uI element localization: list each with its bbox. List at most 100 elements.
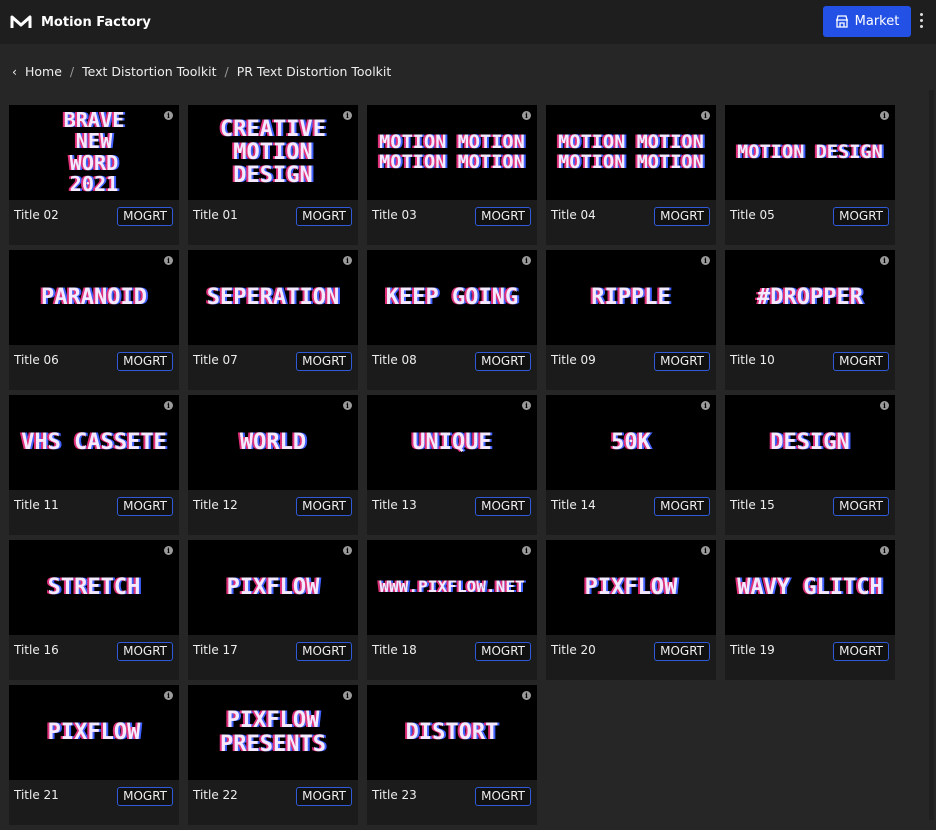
scrollbar[interactable]: [929, 90, 934, 820]
more-vertical-icon[interactable]: [918, 13, 924, 28]
template-card[interactable]: #DROPPER i Title 10 MOGRT: [725, 250, 895, 390]
breadcrumb-current: PR Text Distortion Toolkit: [236, 64, 392, 79]
mogrt-button[interactable]: MOGRT: [654, 352, 710, 371]
template-card[interactable]: PIXFLOW i Title 21 MOGRT: [9, 685, 179, 825]
info-icon[interactable]: i: [343, 546, 352, 555]
template-card[interactable]: PIXFLOW i Title 20 MOGRT: [546, 540, 716, 680]
thumbnail[interactable]: MOTION MOTION MOTION MOTION i: [546, 105, 716, 200]
mogrt-button[interactable]: MOGRT: [475, 352, 531, 371]
mogrt-button[interactable]: MOGRT: [296, 207, 352, 226]
mogrt-button[interactable]: MOGRT: [117, 352, 173, 371]
info-icon[interactable]: i: [880, 546, 889, 555]
info-icon[interactable]: i: [880, 256, 889, 265]
info-icon[interactable]: i: [701, 256, 710, 265]
info-icon[interactable]: i: [522, 111, 531, 120]
info-icon[interactable]: i: [343, 401, 352, 410]
mogrt-button[interactable]: MOGRT: [833, 352, 889, 371]
thumbnail[interactable]: PIXFLOW PRESENTS i: [188, 685, 358, 780]
back-chevron-icon[interactable]: ‹: [12, 64, 17, 79]
thumbnail[interactable]: PARANOID i: [9, 250, 179, 345]
info-icon[interactable]: i: [343, 691, 352, 700]
thumbnail[interactable]: PIXFLOW i: [546, 540, 716, 635]
thumbnail[interactable]: PIXFLOW i: [188, 540, 358, 635]
info-icon[interactable]: i: [522, 256, 531, 265]
mogrt-button[interactable]: MOGRT: [296, 352, 352, 371]
info-icon[interactable]: i: [522, 401, 531, 410]
template-card[interactable]: PIXFLOW i Title 17 MOGRT: [188, 540, 358, 680]
template-card[interactable]: WWW.PIXFLOW.NET i Title 18 MOGRT: [367, 540, 537, 680]
thumbnail[interactable]: MOTION DESIGN i: [725, 105, 895, 200]
mogrt-button[interactable]: MOGRT: [117, 787, 173, 806]
thumbnail[interactable]: #DROPPER i: [725, 250, 895, 345]
mogrt-button[interactable]: MOGRT: [296, 642, 352, 661]
mogrt-button[interactable]: MOGRT: [117, 642, 173, 661]
mogrt-button[interactable]: MOGRT: [475, 497, 531, 516]
info-icon[interactable]: i: [343, 256, 352, 265]
template-card[interactable]: UNIQUE i Title 13 MOGRT: [367, 395, 537, 535]
template-card[interactable]: DESIGN i Title 15 MOGRT: [725, 395, 895, 535]
market-button[interactable]: Market: [823, 6, 911, 37]
mogrt-button[interactable]: MOGRT: [475, 787, 531, 806]
info-icon[interactable]: i: [164, 691, 173, 700]
thumbnail[interactable]: VHS CASSETE i: [9, 395, 179, 490]
mogrt-button[interactable]: MOGRT: [117, 207, 173, 226]
info-icon[interactable]: i: [164, 546, 173, 555]
template-card[interactable]: PARANOID i Title 06 MOGRT: [9, 250, 179, 390]
mogrt-button[interactable]: MOGRT: [296, 787, 352, 806]
mogrt-button[interactable]: MOGRT: [475, 642, 531, 661]
template-card[interactable]: BRAVE NEW WORD 2021 i Title 02 MOGRT: [9, 105, 179, 245]
template-card[interactable]: KEEP GOING i Title 08 MOGRT: [367, 250, 537, 390]
breadcrumb-home[interactable]: Home: [25, 64, 62, 79]
thumbnail[interactable]: WORLD i: [188, 395, 358, 490]
info-icon[interactable]: i: [164, 401, 173, 410]
template-card[interactable]: MOTION MOTION MOTION MOTION i Title 03 MO…: [367, 105, 537, 245]
template-card[interactable]: RIPPLE i Title 09 MOGRT: [546, 250, 716, 390]
thumbnail[interactable]: WAVY GLITCH i: [725, 540, 895, 635]
template-card[interactable]: MOTION MOTION MOTION MOTION i Title 04 MO…: [546, 105, 716, 245]
info-icon[interactable]: i: [701, 401, 710, 410]
thumbnail[interactable]: STRETCH i: [9, 540, 179, 635]
info-icon[interactable]: i: [522, 691, 531, 700]
thumbnail[interactable]: CREATIVE MOTION DESIGN i: [188, 105, 358, 200]
info-icon[interactable]: i: [701, 546, 710, 555]
thumbnail[interactable]: DISTORT i: [367, 685, 537, 780]
template-card[interactable]: 50K i Title 14 MOGRT: [546, 395, 716, 535]
template-card[interactable]: STRETCH i Title 16 MOGRT: [9, 540, 179, 680]
thumbnail[interactable]: RIPPLE i: [546, 250, 716, 345]
thumbnail[interactable]: PIXFLOW i: [9, 685, 179, 780]
mogrt-button[interactable]: MOGRT: [833, 207, 889, 226]
thumbnail[interactable]: WWW.PIXFLOW.NET i: [367, 540, 537, 635]
thumbnail[interactable]: MOTION MOTION MOTION MOTION i: [367, 105, 537, 200]
info-icon[interactable]: i: [343, 111, 352, 120]
mogrt-button[interactable]: MOGRT: [833, 497, 889, 516]
mogrt-button[interactable]: MOGRT: [296, 497, 352, 516]
mogrt-button[interactable]: MOGRT: [117, 497, 173, 516]
info-icon[interactable]: i: [164, 256, 173, 265]
card-title: Title 21: [14, 788, 59, 802]
thumbnail[interactable]: DESIGN i: [725, 395, 895, 490]
mogrt-button[interactable]: MOGRT: [833, 642, 889, 661]
thumbnail[interactable]: 50K i: [546, 395, 716, 490]
template-card[interactable]: CREATIVE MOTION DESIGN i Title 01 MOGRT: [188, 105, 358, 245]
template-card[interactable]: DISTORT i Title 23 MOGRT: [367, 685, 537, 825]
template-card[interactable]: SEPERATION i Title 07 MOGRT: [188, 250, 358, 390]
info-icon[interactable]: i: [701, 111, 710, 120]
template-card[interactable]: WORLD i Title 12 MOGRT: [188, 395, 358, 535]
info-icon[interactable]: i: [880, 111, 889, 120]
mogrt-button[interactable]: MOGRT: [654, 207, 710, 226]
mogrt-button[interactable]: MOGRT: [654, 497, 710, 516]
mogrt-button[interactable]: MOGRT: [654, 642, 710, 661]
template-card[interactable]: WAVY GLITCH i Title 19 MOGRT: [725, 540, 895, 680]
info-icon[interactable]: i: [164, 111, 173, 120]
info-icon[interactable]: i: [880, 401, 889, 410]
breadcrumb-text-distortion-toolkit[interactable]: Text Distortion Toolkit: [82, 64, 216, 79]
thumbnail[interactable]: BRAVE NEW WORD 2021 i: [9, 105, 179, 200]
thumbnail[interactable]: UNIQUE i: [367, 395, 537, 490]
template-card[interactable]: PIXFLOW PRESENTS i Title 22 MOGRT: [188, 685, 358, 825]
thumbnail[interactable]: SEPERATION i: [188, 250, 358, 345]
template-card[interactable]: VHS CASSETE i Title 11 MOGRT: [9, 395, 179, 535]
info-icon[interactable]: i: [522, 546, 531, 555]
template-card[interactable]: MOTION DESIGN i Title 05 MOGRT: [725, 105, 895, 245]
thumbnail[interactable]: KEEP GOING i: [367, 250, 537, 345]
mogrt-button[interactable]: MOGRT: [475, 207, 531, 226]
